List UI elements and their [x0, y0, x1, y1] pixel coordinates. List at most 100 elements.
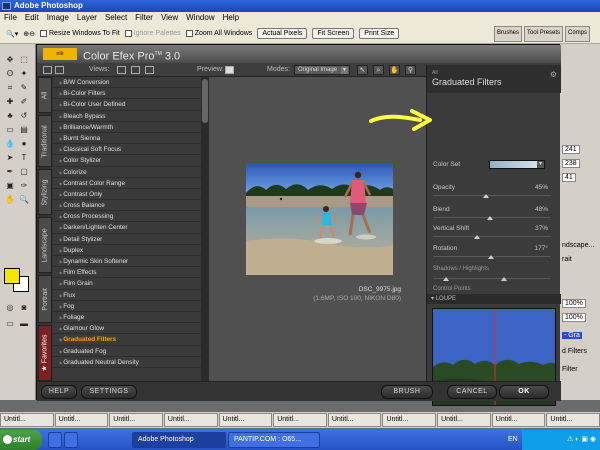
- path-selection-icon[interactable]: ➤: [4, 152, 16, 163]
- zoom-icon[interactable]: ↖: [357, 65, 368, 75]
- foreground-color-swatch[interactable]: [4, 268, 20, 284]
- filter-item[interactable]: Graduated Fog: [53, 346, 201, 357]
- preview-checkbox[interactable]: [225, 66, 234, 74]
- move-tool-icon[interactable]: ✥: [4, 54, 16, 65]
- language-indicator[interactable]: EN: [508, 430, 518, 450]
- zoom-tool-box-icon[interactable]: 🔍: [18, 194, 30, 205]
- grid-view-icon[interactable]: [55, 66, 64, 74]
- magic-wand-icon[interactable]: ✦: [18, 68, 30, 79]
- filter-item[interactable]: Bi-Color User Defined: [53, 99, 201, 111]
- type-tool-icon[interactable]: T: [18, 152, 30, 163]
- control-value[interactable]: 45%: [535, 184, 548, 191]
- menu-image[interactable]: Image: [43, 12, 73, 24]
- filter-item[interactable]: Contrast Color Range: [53, 178, 201, 189]
- task-photoshop[interactable]: Adobe Photoshop: [132, 432, 226, 448]
- ok-button[interactable]: OK: [499, 385, 549, 399]
- tab-brushes[interactable]: Brushes: [494, 26, 523, 42]
- layer-landscape[interactable]: ndscape...: [562, 240, 598, 251]
- filter-item[interactable]: Darken/Lighten Center: [53, 222, 201, 234]
- minimized-document[interactable]: Untitl...: [54, 413, 109, 427]
- tab-traditional[interactable]: Traditional: [38, 115, 52, 167]
- minimized-document[interactable]: Untitl...: [0, 413, 54, 427]
- help-button[interactable]: HELP: [41, 385, 77, 399]
- screen-mode-icon[interactable]: ▭: [4, 318, 16, 329]
- tab-tool-presets[interactable]: Tool Presets: [524, 26, 564, 42]
- minimized-document[interactable]: Untitl...: [491, 413, 546, 427]
- loupe-header[interactable]: ▾ LOUPE: [427, 294, 561, 304]
- resize-windows-checkbox[interactable]: Resize Windows To Fit: [39, 30, 120, 37]
- filter-list-scrollbar[interactable]: [201, 77, 209, 381]
- value-field-1[interactable]: 241: [562, 145, 580, 154]
- filter-item[interactable]: Colorize: [53, 167, 201, 178]
- fill-field[interactable]: 100%: [562, 313, 586, 322]
- scrollbar-thumb[interactable]: [202, 79, 208, 123]
- ignore-palettes-checkbox[interactable]: Ignore Palettes: [124, 30, 181, 37]
- minimized-document[interactable]: Untitl...: [109, 413, 163, 427]
- value-field-2[interactable]: 238: [562, 159, 580, 168]
- cancel-button[interactable]: CANCEL: [447, 385, 497, 399]
- minimized-document[interactable]: Untitl...: [327, 413, 382, 427]
- control-slider[interactable]: [433, 194, 551, 198]
- tab-all[interactable]: All: [38, 77, 52, 113]
- minimized-document[interactable]: Untitl...: [546, 413, 600, 427]
- layer-portrait[interactable]: rait: [562, 254, 598, 265]
- quick-launch-icon[interactable]: [48, 432, 62, 448]
- minimized-document[interactable]: Untitl...: [437, 413, 491, 427]
- menu-help[interactable]: Help: [219, 12, 243, 24]
- tab-favorites[interactable]: ★ Favorites: [38, 325, 52, 381]
- filter-item[interactable]: Flux: [53, 290, 201, 301]
- split-view-icon[interactable]: [131, 66, 140, 74]
- control-slider[interactable]: [433, 235, 551, 239]
- filter-item[interactable]: Glamour Glow: [53, 323, 201, 335]
- slider-knob[interactable]: [487, 216, 493, 220]
- hand-tool-icon[interactable]: ✋: [4, 194, 16, 205]
- filter-item[interactable]: Bleach Bypass: [53, 111, 201, 122]
- healing-brush-icon[interactable]: ✚: [4, 96, 16, 107]
- control-points-section[interactable]: Control Points: [433, 286, 471, 292]
- marquee-tool-icon[interactable]: ⬚: [18, 54, 30, 65]
- slice-tool-icon[interactable]: ✎: [18, 82, 30, 93]
- shape-tool-icon[interactable]: ▢: [18, 166, 30, 177]
- crop-tool-icon[interactable]: ⌗: [4, 82, 16, 93]
- menu-edit[interactable]: Edit: [21, 12, 43, 24]
- stamp-tool-icon[interactable]: ♣: [4, 110, 16, 121]
- minimized-document[interactable]: Untitl...: [382, 413, 437, 427]
- active-layer[interactable]: - Gra: [562, 332, 582, 339]
- tab-portrait[interactable]: Portrait: [38, 275, 52, 323]
- filter-item[interactable]: Brilliance/Warmth: [53, 122, 201, 133]
- quick-launch-icon[interactable]: [64, 432, 78, 448]
- task-browser[interactable]: PANTIP.COM : O65...: [228, 432, 320, 448]
- brush-tool-icon[interactable]: ✐: [18, 96, 30, 107]
- slider-knob[interactable]: [474, 235, 480, 239]
- filter-item[interactable]: Film Grain: [53, 278, 201, 290]
- filter-item[interactable]: Film Effects: [53, 267, 201, 279]
- slider-knob[interactable]: [501, 277, 507, 281]
- filter-item[interactable]: Burnt Sienna: [53, 133, 201, 145]
- color-set-dropdown[interactable]: ▼: [489, 160, 545, 169]
- zoom-tool-icon[interactable]: 🔍▾: [6, 30, 18, 38]
- pin-icon[interactable]: ⚲: [405, 65, 416, 75]
- blur-tool-icon[interactable]: 💧: [4, 138, 16, 149]
- filter-item[interactable]: Bi-Color Filters: [53, 88, 201, 100]
- minimized-document[interactable]: Untitl...: [218, 413, 273, 427]
- control-value[interactable]: 48%: [535, 206, 548, 213]
- shadows-highlights-slider[interactable]: [433, 277, 551, 281]
- filter-item[interactable]: Fog: [53, 301, 201, 312]
- standard-mode-icon[interactable]: ◙: [18, 302, 30, 313]
- zoom-all-windows-checkbox[interactable]: Zoom All Windows: [185, 30, 252, 37]
- minimized-document[interactable]: Untitl...: [273, 413, 327, 427]
- tray-icons[interactable]: ⚠ ◐ ▣ ◉: [567, 436, 596, 443]
- single-view-icon[interactable]: [117, 66, 126, 74]
- layer-filter[interactable]: Filter: [562, 364, 598, 375]
- filter-item[interactable]: Graduated Filters: [53, 334, 201, 346]
- notes-tool-icon[interactable]: ▣: [4, 180, 16, 191]
- fit-screen-button[interactable]: Fit Screen: [312, 28, 355, 39]
- magnifier-icon[interactable]: ⌕: [373, 65, 384, 75]
- print-size-button[interactable]: Print Size: [359, 28, 400, 39]
- control-value[interactable]: 37%: [535, 225, 548, 232]
- start-button[interactable]: start: [0, 430, 42, 450]
- filter-item[interactable]: Dynamic Skin Softener: [53, 256, 201, 268]
- minimized-document[interactable]: Untitl...: [163, 413, 218, 427]
- filter-item[interactable]: Cross Processing: [53, 211, 201, 223]
- hand-icon[interactable]: ✋: [389, 65, 400, 75]
